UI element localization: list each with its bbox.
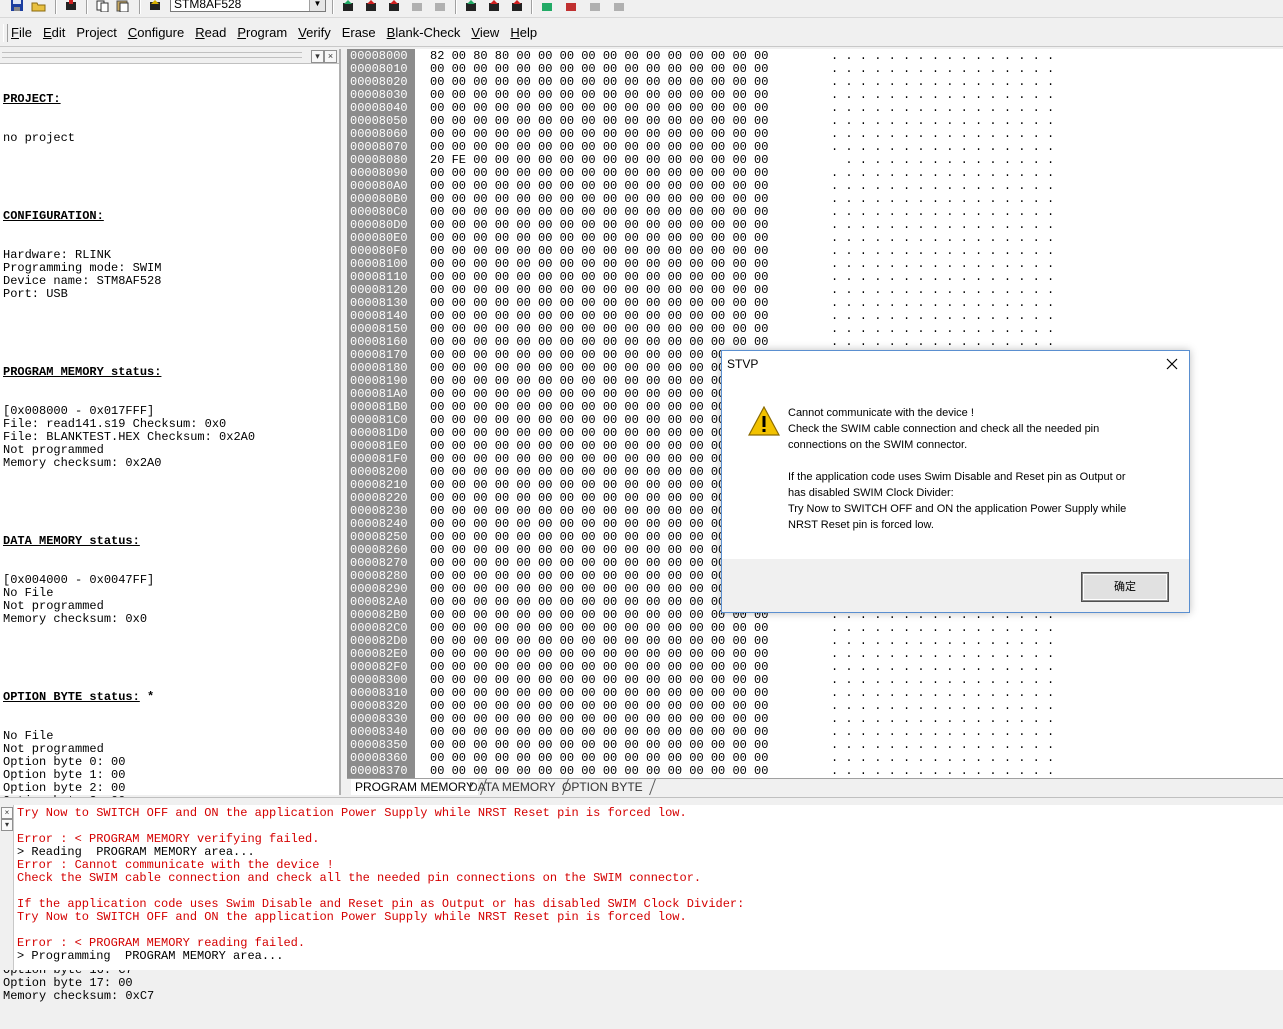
dialog-message-line: NRST Reset pin is forced low.	[788, 519, 934, 531]
hex-ascii: . . . . . . . . . . . . . . . .	[831, 764, 1055, 778]
chip-program-icon[interactable]	[339, 0, 357, 12]
chip-gray-icon[interactable]	[586, 0, 604, 12]
tab-program-memory[interactable]: PROGRAM MEMORY	[351, 779, 488, 795]
option-byte-modified-marker: *	[139, 690, 155, 704]
dialog-message: Cannot communicate with the device ! Chec…	[788, 405, 1168, 533]
log-line: Check the SWIM cable connection and chec…	[17, 871, 702, 885]
chevron-down-icon[interactable]: ▼	[309, 0, 325, 11]
close-icon[interactable]: ×	[1, 807, 13, 819]
chip-icon[interactable]	[146, 0, 164, 12]
project-heading: PROJECT:	[3, 92, 61, 106]
chip-read-icon[interactable]	[62, 0, 80, 12]
ok-button[interactable]: 确定	[1081, 572, 1169, 602]
toolbar: STM8AF528 ▼	[0, 0, 1283, 18]
dialog-message-line: Cannot communicate with the device !	[788, 407, 974, 419]
tab-option-byte[interactable]: OPTION BYTE	[558, 779, 656, 795]
menu-bar: File Edit Project Configure Read Program Verif…	[0, 20, 1283, 47]
menu-item[interactable]: Read	[195, 25, 226, 40]
project-value: no project	[3, 131, 76, 145]
menu-item[interactable]: Help	[510, 25, 537, 40]
dialog-message-line: has disabled SWIM Clock Divider:	[788, 487, 954, 499]
chip-gray-icon[interactable]	[431, 0, 449, 12]
chip-gray-icon[interactable]	[610, 0, 628, 12]
dialog-footer: 确定	[722, 559, 1189, 612]
configuration-heading: CONFIGURATION:	[3, 209, 104, 223]
program-memory-heading: PROGRAM MEMORY status:	[3, 365, 162, 379]
config-line: Port: USB	[3, 287, 68, 301]
log-line: > Programming PROGRAM MEMORY area...	[17, 949, 284, 963]
dialog-message-line	[788, 453, 1168, 469]
menu-item[interactable]: Edit	[43, 25, 65, 40]
hex-bytes: 00 00 00 00 00 00 00 00 00 00 00 00 00 0…	[430, 764, 769, 778]
option-byte-line: Memory checksum: 0xC7	[3, 989, 155, 1003]
menu-grip	[3, 24, 8, 42]
dialog-message-line: If the application code uses Swim Disabl…	[788, 471, 1126, 483]
menu-item[interactable]: Configure	[128, 25, 184, 40]
dialog-title: STVP	[727, 357, 759, 371]
menu-item[interactable]: Verify	[298, 25, 331, 40]
menu-item[interactable]: Erase	[342, 25, 376, 40]
open-icon[interactable]	[30, 0, 48, 12]
chip-verify-icon[interactable]	[362, 0, 380, 12]
chip-blank-icon[interactable]	[408, 0, 426, 12]
option-byte-heading-row: OPTION BYTE status: *	[3, 691, 255, 704]
panel-dock-icon[interactable]: ▾	[1, 819, 13, 831]
menu-item[interactable]: Project	[76, 25, 116, 40]
copy-icon[interactable]	[94, 0, 112, 12]
log-line: Try Now to SWITCH OFF and ON the applica…	[17, 910, 687, 924]
warning-icon	[747, 405, 781, 441]
tab-data-memory[interactable]: DATA MEMORY	[465, 779, 569, 795]
log-line: Try Now to SWITCH OFF and ON the applica…	[17, 806, 687, 820]
menu-item[interactable]: Blank-Check	[387, 25, 461, 40]
dialog-message-line: Try Now to SWITCH OFF and ON the applica…	[788, 503, 1127, 515]
dialog-message-line: Check the SWIM cable connection and chec…	[788, 423, 1100, 435]
memory-tabs: PROGRAM MEMORY DATA MEMORY OPTION BYTE	[347, 778, 1283, 797]
chip-program-all-icon[interactable]	[462, 0, 480, 12]
device-select-value: STM8AF528	[174, 0, 242, 11]
chip-read-all-icon[interactable]	[485, 0, 503, 12]
log-panel[interactable]: Try Now to SWITCH OFF and ON the applica…	[14, 805, 1283, 970]
save-icon[interactable]	[8, 0, 26, 12]
option-byte-heading: OPTION BYTE status:	[3, 690, 140, 704]
info-panel: ▾ × PROJECT: no project CONFIGURATION: H…	[0, 49, 341, 1003]
log-side-bar: × ▾	[0, 805, 14, 970]
data-memory-line: Memory checksum: 0x0	[3, 612, 148, 626]
menu-item[interactable]: Program	[237, 25, 287, 40]
error-dialog: STVP Cannot communicate with the device …	[721, 350, 1190, 613]
panel-dock-icon[interactable]: ▾	[311, 50, 324, 63]
dialog-message-line: connections on the SWIM connector.	[788, 439, 968, 451]
close-icon[interactable]: ×	[324, 50, 337, 63]
chip-erase-icon[interactable]	[385, 0, 403, 12]
option-byte-line: Option byte 17: 00	[3, 976, 133, 990]
paste-icon[interactable]	[114, 0, 132, 12]
menu-item[interactable]: View	[471, 25, 499, 40]
chip-verify-all-icon[interactable]	[508, 0, 526, 12]
info-panel-header: ▾ ×	[0, 49, 339, 64]
menu-item[interactable]: File	[11, 25, 32, 40]
program-memory-line: Memory checksum: 0x2A0	[3, 456, 162, 470]
chip-green-icon[interactable]	[538, 0, 556, 12]
data-memory-heading: DATA MEMORY status:	[3, 534, 140, 548]
hex-addr: 00008370	[350, 764, 408, 778]
device-select[interactable]: STM8AF528 ▼	[170, 0, 326, 12]
close-icon[interactable]	[1164, 356, 1180, 372]
chip-red-icon[interactable]	[562, 0, 580, 12]
